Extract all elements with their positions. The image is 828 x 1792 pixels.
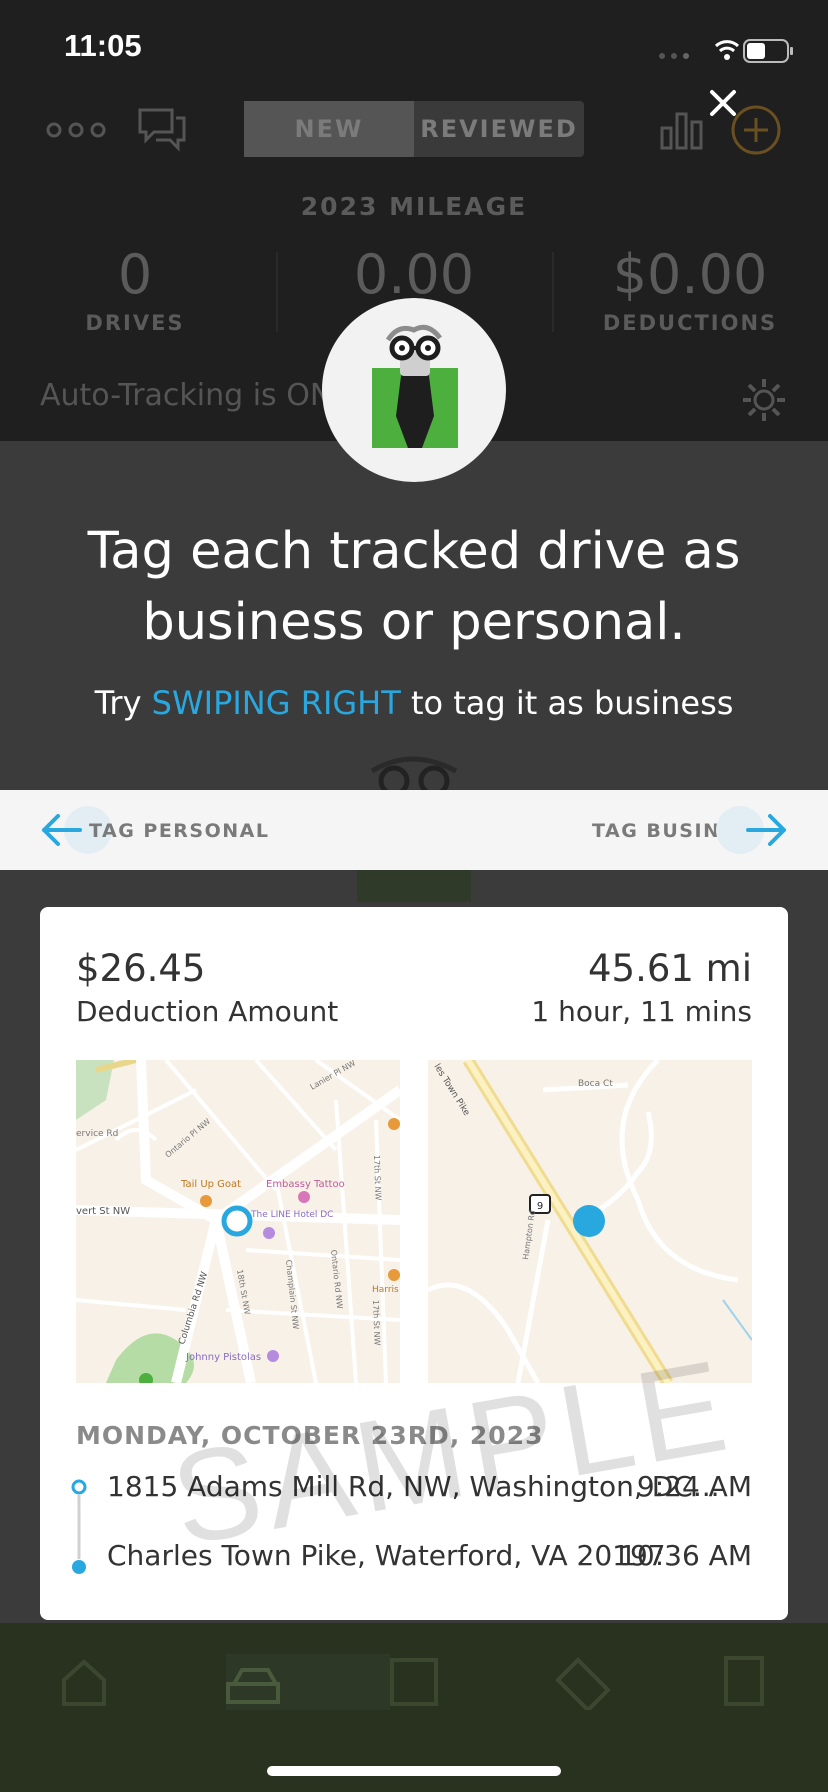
arrow-right-icon[interactable] — [710, 806, 788, 854]
mascot-logo — [322, 298, 506, 482]
map-label: Ontario Rd NW — [329, 1249, 344, 1309]
bar-chart-icon[interactable] — [660, 108, 704, 150]
onboarding-headline: Tag each tracked drive as business or pe… — [87, 522, 741, 652]
tab-new[interactable]: NEW — [244, 101, 414, 157]
start-time: 9:24 AM — [636, 1470, 752, 1503]
onboarding-instruction: Try SWIPING RIGHT to tag it as business — [94, 684, 734, 722]
stat-drives: 0 DRIVES — [85, 243, 185, 336]
stat-deductions: $0.00 DEDUCTIONS — [602, 243, 778, 336]
map-label: Embassy Tattoo — [266, 1179, 345, 1190]
tag-personal-label[interactable]: TAG PERSONAL — [89, 820, 269, 842]
map-label: ervice Rd — [76, 1129, 118, 1139]
more-icon[interactable] — [46, 118, 106, 142]
gear-icon[interactable] — [740, 376, 788, 424]
status-icons — [659, 39, 793, 63]
tag-icon — [555, 1657, 611, 1710]
drive-date: MONDAY, OCTOBER 23RD, 2023 — [76, 1421, 544, 1450]
map-label: vert St NW — [76, 1206, 130, 1217]
map-label: Harris — [372, 1285, 399, 1295]
map-label: Johnny Pistolas — [185, 1352, 261, 1363]
bottom-tab-icons — [62, 1654, 764, 1710]
deduction-amount: $26.45 — [76, 947, 206, 990]
deduction-amount-label: Deduction Amount — [76, 995, 339, 1028]
map-label: The LINE Hotel DC — [250, 1210, 333, 1220]
stat-divider — [276, 252, 278, 332]
chat-icon[interactable] — [136, 104, 188, 154]
close-icon[interactable] — [708, 88, 738, 118]
map-label: Ontario Pl NW — [164, 1117, 213, 1160]
drive-card[interactable]: $26.45 Deduction Amount 45.61 mi 1 hour,… — [40, 907, 788, 1620]
end-time: 10:36 AM — [619, 1539, 752, 1572]
mileage-title: 2023 MILEAGE — [300, 192, 528, 221]
drive-distance: 45.61 mi — [587, 947, 752, 990]
start-location-map: Tail Up Goat Embassy Tattoo The LINE Hot… — [76, 1060, 400, 1383]
report-icon — [724, 1656, 764, 1706]
map-label: Lanier Pl NW — [309, 1060, 358, 1092]
end-marker — [573, 1205, 605, 1237]
end-address: Charles Town Pike, Waterford, VA 20197 — [107, 1539, 666, 1572]
map-label: les Town Pike — [431, 1062, 471, 1118]
map-label: Tail Up Goat — [180, 1179, 241, 1190]
status-time: 11:05 — [64, 28, 142, 63]
map-label: Boca Ct — [578, 1079, 613, 1089]
home-indicator[interactable] — [267, 1766, 561, 1776]
auto-tracking-status: Auto-Tracking is ON — [40, 378, 333, 413]
map-label: 17th St NW — [371, 1300, 382, 1346]
route-shield: 9 — [537, 1201, 543, 1212]
mascot-peek-body — [357, 870, 471, 902]
drive-duration: 1 hour, 11 mins — [531, 995, 752, 1028]
receipt-icon — [390, 1658, 438, 1706]
map-label: Hampton Rd — [521, 1209, 537, 1260]
end-location-map: 9 Boca Ct les Town Pike Hampton Rd — [428, 1060, 752, 1383]
mascot-peek — [370, 756, 458, 791]
stat-divider — [552, 252, 554, 332]
start-address: 1815 Adams Mill Rd, NW, Washington, DC..… — [107, 1470, 720, 1503]
route-timeline-icon — [71, 1479, 87, 1574]
tab-reviewed[interactable]: REVIEWED — [414, 101, 584, 157]
map-label: 17th St NW — [372, 1155, 383, 1201]
start-marker — [221, 1205, 253, 1237]
home-icon — [62, 1659, 106, 1706]
review-tabs: NEW REVIEWED — [244, 101, 584, 157]
